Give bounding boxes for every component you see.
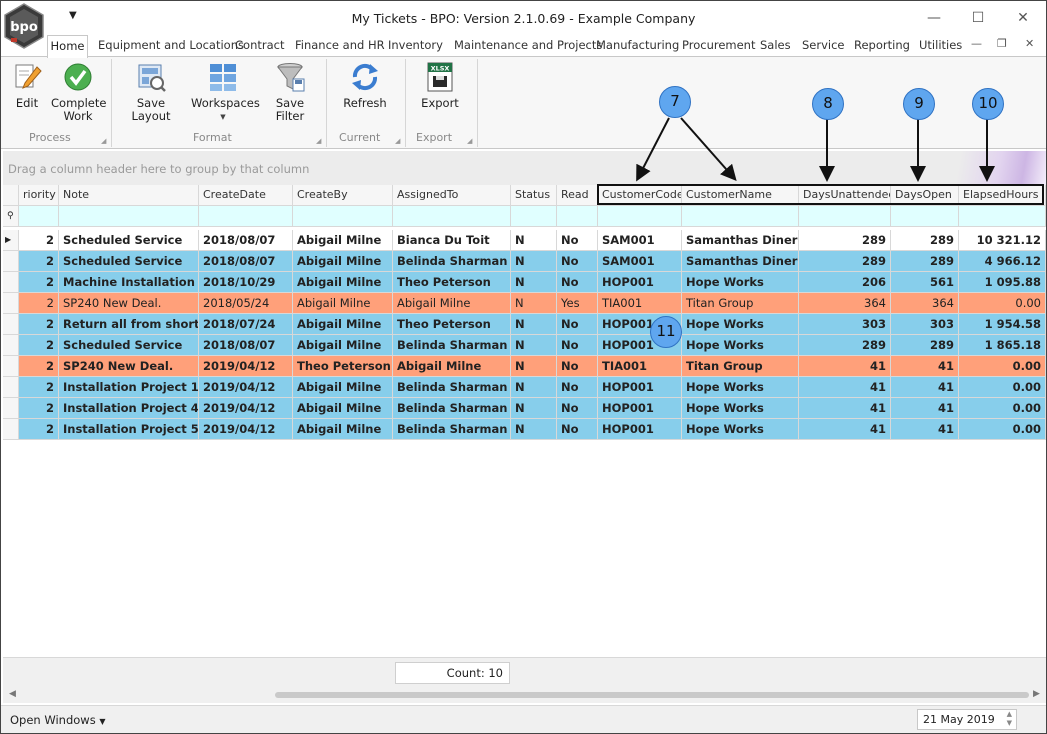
annotation-arrows	[636, 117, 995, 182]
callout-8: 8	[812, 88, 844, 120]
arrow-to-customername	[680, 117, 737, 181]
callout-7: 7	[659, 86, 691, 118]
callout-10: 10	[972, 88, 1004, 120]
callout-9: 9	[903, 88, 935, 120]
callout-11: 11	[650, 316, 682, 348]
arrow-to-customercode	[636, 117, 670, 182]
app-window: My Tickets - BPO: Version 2.1.0.69 - Exa…	[0, 0, 1047, 734]
